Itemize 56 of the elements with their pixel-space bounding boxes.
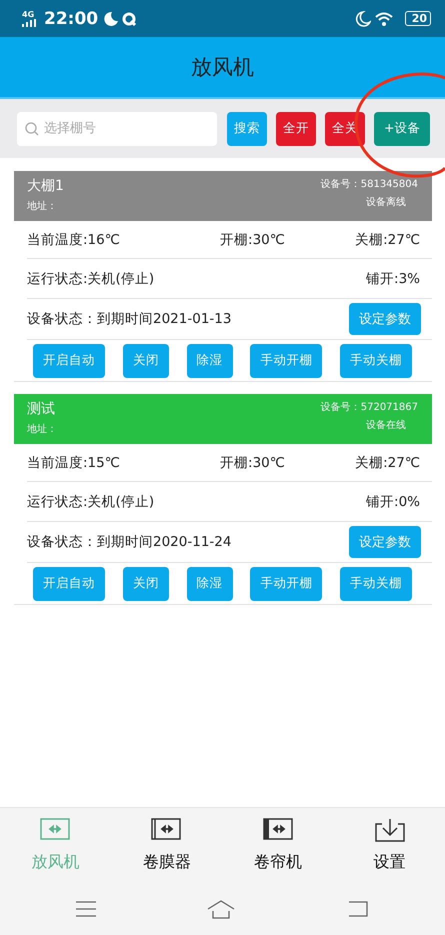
- nav-tab[interactable]: 设置: [334, 808, 445, 882]
- address-label: 地址：: [27, 422, 57, 436]
- wifi-icon: [374, 11, 393, 26]
- network-label: 4G: [22, 10, 36, 18]
- settings-button[interactable]: 设定参数: [349, 526, 421, 558]
- film-panel-icon: [151, 818, 182, 842]
- menu-icon: [75, 900, 98, 918]
- action-button[interactable]: 手动关棚: [340, 344, 412, 378]
- add-device-button[interactable]: +设备: [374, 112, 430, 146]
- device-state-text: 设备状态：到期时间2021-01-13: [27, 310, 232, 328]
- download-tray-icon: [374, 818, 405, 842]
- open-temp-text: 开棚:30℃: [220, 454, 285, 472]
- device-name: 大棚1: [27, 177, 64, 195]
- connection-status: 设备在线: [366, 418, 406, 432]
- signal-icon: [22, 18, 36, 26]
- action-button[interactable]: 除湿: [186, 566, 232, 600]
- search-field[interactable]: 选择棚号: [17, 112, 217, 146]
- search-button[interactable]: 搜索: [227, 112, 267, 146]
- device-number: 设备号：572071867: [320, 401, 418, 414]
- action-button[interactable]: 关闭: [122, 566, 169, 600]
- temperature-text: 当前温度:16℃: [27, 230, 120, 248]
- opening-text: 铺开:0%: [366, 492, 420, 510]
- device-state-text: 设备状态：到期时间2020-11-24: [27, 533, 232, 551]
- action-button[interactable]: 开启自动: [33, 344, 105, 378]
- opening-text: 铺开:3%: [366, 270, 420, 288]
- close-temp-text: 关棚:27℃: [355, 454, 420, 472]
- device-number: 设备号：581345804: [320, 178, 418, 191]
- open-temp-text: 开棚:30℃: [220, 230, 285, 248]
- fan-panel-icon: [40, 818, 72, 842]
- curtain-panel-icon: [262, 818, 294, 842]
- nav-tab[interactable]: 卷膜器: [111, 808, 222, 882]
- run-state-text: 运行状态:关机(停止): [27, 270, 154, 288]
- action-button[interactable]: 全开: [276, 112, 316, 146]
- nav-tab[interactable]: 放风机: [0, 808, 112, 882]
- moon-icon: [103, 11, 118, 26]
- connection-status: 设备离线: [366, 196, 406, 209]
- action-button[interactable]: 除湿: [186, 344, 232, 378]
- action-button[interactable]: 手动开棚: [250, 344, 322, 378]
- nav-tab[interactable]: 卷帘机: [222, 808, 334, 882]
- address-label: 地址：: [27, 200, 58, 213]
- device-name: 测试: [27, 400, 56, 418]
- action-button[interactable]: 手动开棚: [250, 566, 322, 600]
- clock-time: 22:00: [44, 8, 98, 28]
- temperature-text: 当前温度:15℃: [27, 454, 120, 472]
- search-icon: [25, 122, 39, 136]
- close-temp-text: 关棚:27℃: [355, 230, 420, 248]
- page-title: 放风机: [191, 54, 254, 81]
- moon-icon: [354, 10, 371, 26]
- q-icon: [122, 12, 136, 26]
- run-state-text: 运行状态:关机(停止): [27, 492, 154, 510]
- settings-button[interactable]: 设定参数: [349, 303, 421, 335]
- action-button[interactable]: 关闭: [122, 344, 169, 378]
- action-button[interactable]: 手动关棚: [340, 566, 412, 600]
- battery-level: 20: [404, 11, 431, 26]
- home-icon: [207, 898, 236, 918]
- action-button[interactable]: 开启自动: [33, 566, 105, 600]
